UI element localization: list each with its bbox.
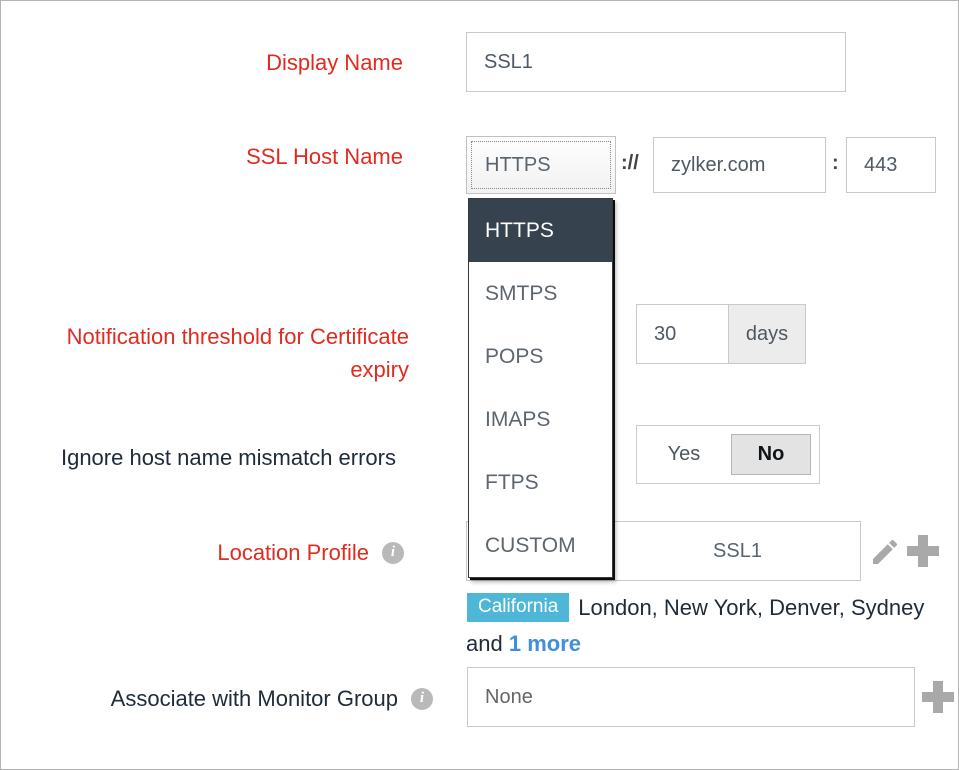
conjunction-text: and (466, 631, 503, 656)
threshold-label-line2: expiry (350, 357, 409, 382)
location-list-row: California London, New York, Denver, Syd… (467, 593, 924, 622)
protocol-selected-value: HTTPS (485, 153, 551, 176)
ssl-host-name-label: SSL Host Name (246, 144, 403, 169)
info-icon[interactable]: i (411, 687, 433, 710)
protocol-option-pops[interactable]: POPS (469, 325, 612, 388)
scheme-separator: :// (621, 152, 639, 174)
display-name-label: Display Name (266, 50, 403, 75)
more-locations-link[interactable]: 1 more (509, 631, 581, 656)
threshold-unit: days (729, 304, 806, 364)
protocol-option-custom[interactable]: CUSTOM (469, 514, 612, 577)
monitor-group-label-row: Associate with Monitor Group i (111, 685, 433, 712)
threshold-label: Notification threshold for Certificate e… (67, 320, 409, 386)
location-profile-value: SSL1 (713, 539, 762, 562)
threshold-input[interactable] (636, 304, 729, 364)
port-separator: : (832, 152, 839, 174)
monitor-group-value: None (485, 685, 533, 708)
location-badge: California (467, 593, 570, 622)
display-name-input[interactable] (466, 32, 846, 92)
host-input[interactable] (653, 137, 826, 193)
protocol-option-ftps[interactable]: FTPS (469, 451, 612, 514)
threshold-label-line1: Notification threshold for Certificate (66, 324, 409, 349)
edit-icon[interactable] (869, 536, 901, 568)
other-locations-text: London, New York, Denver, Sydney (578, 594, 925, 620)
protocol-select[interactable]: HTTPS (466, 136, 616, 194)
protocol-option-imaps[interactable]: IMAPS (469, 388, 612, 451)
threshold-group: days (636, 304, 806, 364)
ignore-mismatch-no-option[interactable]: No (731, 434, 811, 475)
location-more-row: and 1 more (466, 631, 581, 657)
protocol-option-https[interactable]: HTTPS (469, 199, 612, 262)
location-profile-label-row: Location Profile i (217, 539, 404, 566)
port-input[interactable] (846, 137, 936, 193)
location-profile-label: Location Profile (217, 540, 369, 565)
protocol-dropdown-menu: HTTPS SMTPS POPS IMAPS FTPS CUSTOM (468, 198, 613, 578)
info-icon[interactable]: i (382, 541, 404, 564)
ignore-mismatch-toggle: Yes No (636, 425, 820, 484)
add-monitor-group-icon[interactable] (922, 681, 954, 713)
monitor-group-select[interactable]: None (467, 667, 915, 727)
monitor-group-label: Associate with Monitor Group (110, 686, 398, 711)
ignore-mismatch-label: Ignore host name mismatch errors (60, 445, 396, 470)
protocol-option-smtps[interactable]: SMTPS (469, 262, 612, 325)
add-location-profile-icon[interactable] (907, 535, 939, 567)
ignore-mismatch-yes-option[interactable]: Yes (637, 426, 731, 483)
ssl-monitor-form: Display Name SSL Host Name HTTPS :// : H… (0, 0, 959, 770)
